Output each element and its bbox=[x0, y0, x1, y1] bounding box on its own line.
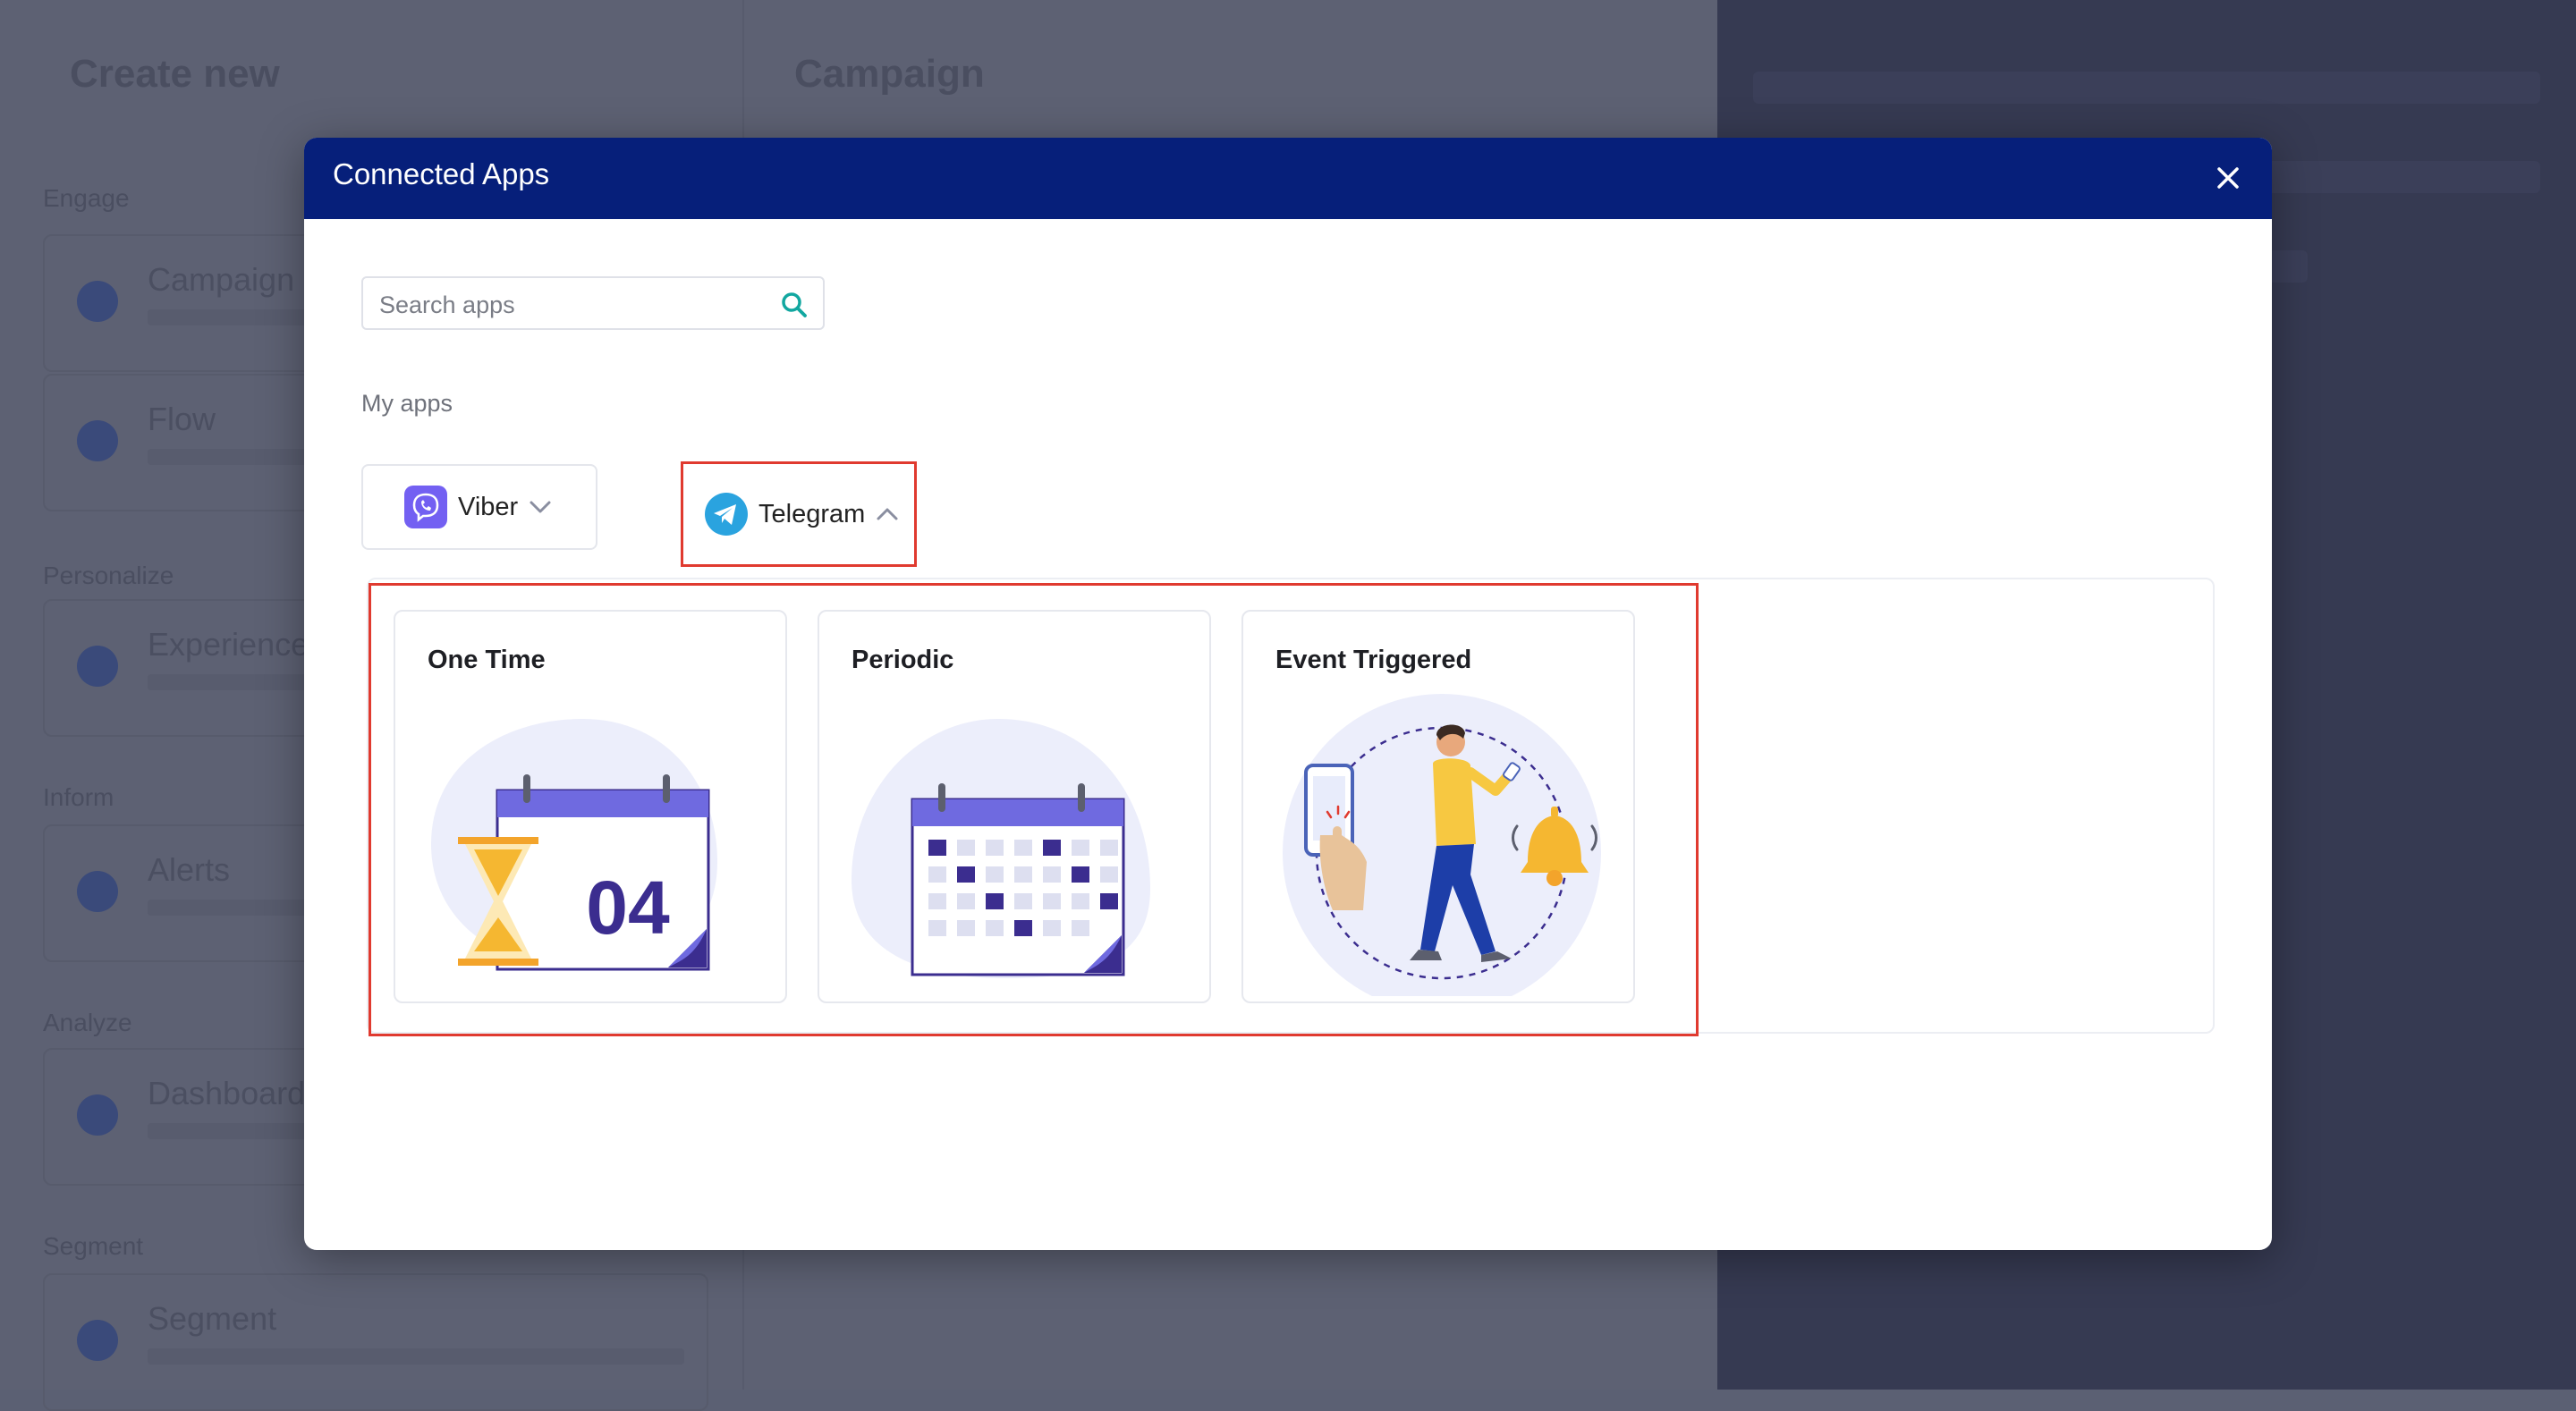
chevron-up-icon bbox=[877, 508, 898, 520]
calendar-number: 04 bbox=[586, 866, 670, 950]
connected-apps-modal: Connected Apps My apps Viber bbox=[304, 138, 2272, 1250]
bg-item-desc bbox=[148, 1348, 684, 1365]
app-chip-label: Viber bbox=[458, 492, 519, 521]
bg-bar bbox=[1753, 72, 2540, 104]
card-title: Periodic bbox=[852, 646, 954, 674]
bg-flow-icon bbox=[77, 420, 118, 461]
campaign-type-event-triggered[interactable]: Event Triggered bbox=[1241, 610, 1635, 1003]
close-icon bbox=[2217, 167, 2239, 189]
bg-experience-icon bbox=[77, 646, 118, 687]
bg-dashboard-icon bbox=[77, 1094, 118, 1136]
modal-title: Connected Apps bbox=[333, 157, 550, 190]
bg-item-label: Campaign bbox=[148, 261, 295, 298]
bg-item-label: Experience bbox=[148, 626, 309, 663]
bg-item-label: Segment bbox=[148, 1300, 277, 1337]
search-box bbox=[361, 276, 825, 330]
bg-item-label: Alerts bbox=[148, 851, 231, 888]
chevron-down-icon bbox=[530, 501, 551, 513]
bg-campaign-icon bbox=[77, 281, 118, 322]
calendar-hourglass-icon: 04 bbox=[431, 719, 717, 971]
campaign-type-one-time[interactable]: One Time 04 bbox=[394, 610, 787, 1003]
bg-alerts-icon bbox=[77, 871, 118, 912]
bg-item-segment: Segment bbox=[43, 1273, 708, 1411]
bg-right-title: Campaign bbox=[794, 52, 985, 96]
bg-section-inform: Inform bbox=[43, 783, 114, 811]
bg-section-personalize: Personalize bbox=[43, 562, 174, 589]
search-input[interactable] bbox=[377, 287, 766, 323]
campaign-type-periodic[interactable]: Periodic bbox=[818, 610, 1211, 1003]
bg-item-label: Flow bbox=[148, 401, 216, 437]
calendar-grid-icon bbox=[852, 719, 1150, 978]
bg-section-engage: Engage bbox=[43, 184, 130, 212]
card-title: Event Triggered bbox=[1275, 646, 1472, 674]
card-title: One Time bbox=[428, 646, 546, 674]
person-phone-bell-icon bbox=[1283, 694, 1601, 996]
app-chip-viber[interactable]: Viber bbox=[361, 464, 597, 550]
close-button[interactable] bbox=[2209, 159, 2247, 197]
bg-section-segment: Segment bbox=[43, 1232, 144, 1260]
viber-icon bbox=[404, 486, 447, 528]
modal-header: Connected Apps bbox=[304, 138, 2272, 219]
telegram-icon bbox=[705, 493, 748, 536]
bg-segment-icon bbox=[77, 1320, 118, 1361]
my-apps-label: My apps bbox=[361, 390, 453, 417]
search-icon[interactable] bbox=[780, 291, 809, 319]
app-chip-label: Telegram bbox=[758, 499, 866, 528]
bg-item-label: Dashboard bbox=[148, 1075, 306, 1111]
bg-page-title: Create new bbox=[70, 52, 280, 96]
app-chip-telegram[interactable]: Telegram bbox=[681, 461, 917, 567]
bg-section-analyze: Analyze bbox=[43, 1009, 132, 1036]
